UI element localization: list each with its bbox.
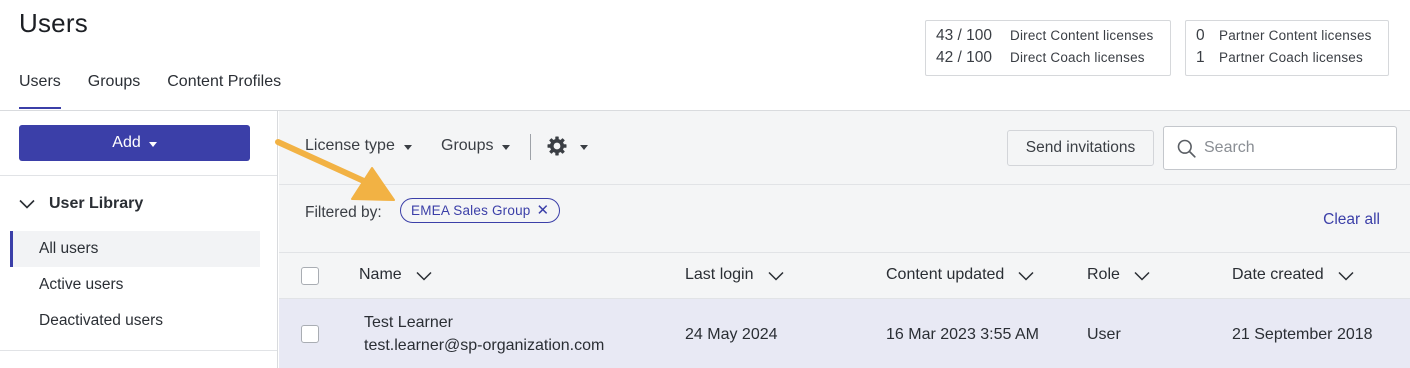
user-library-toggle[interactable]: User Library [19,195,143,213]
column-header-content-updated[interactable]: Content updated [886,266,1034,284]
divider [0,350,277,351]
column-header-name[interactable]: Name [359,266,432,284]
direct-licenses-box: 43 / 100 Direct Content licenses 42 / 10… [925,20,1171,76]
search-icon [1177,139,1196,158]
caret-down-icon [580,144,588,150]
license-count: 42 / 100 [936,49,993,66]
caret-down-icon [148,141,157,147]
select-all-checkbox[interactable] [301,267,319,285]
table-row[interactable]: Test Learner test.learner@sp-organizatio… [279,299,1410,368]
tab-users[interactable]: Users [19,73,61,109]
page-title: Users [19,8,88,38]
license-row: 1 Partner Coach licenses [1196,49,1378,71]
license-count: 0 [1196,27,1205,44]
date-created-cell: 21 September 2018 [1232,326,1373,343]
last-login-cell: 24 May 2024 [685,326,778,343]
sidebar: Add User Library All users Active users … [0,111,278,368]
tab-content-profiles[interactable]: Content Profiles [167,73,281,109]
partner-licenses-box: 0 Partner Content licenses 1 Partner Coa… [1185,20,1389,76]
tab-groups[interactable]: Groups [88,73,140,109]
row-checkbox[interactable] [301,325,319,343]
license-label: Partner Content licenses [1219,28,1372,43]
top-tabs: Users Groups Content Profiles [19,73,308,109]
content-updated-cell: 16 Mar 2023 3:55 AM [886,326,1039,343]
license-type-dropdown[interactable]: License type [305,137,412,155]
toolbar: License type Groups Send invitations Sea… [279,111,1410,184]
license-count: 1 [1196,49,1205,66]
filter-row: Filtered by: EMEA Sales Group ✕ Clear al… [279,184,1410,252]
license-count: 43 / 100 [936,27,993,44]
chevron-down-icon [767,271,784,281]
filter-chip-label: EMEA Sales Group [411,203,531,218]
column-header-role[interactable]: Role [1087,266,1150,284]
send-invitations-button[interactable]: Send invitations [1007,130,1154,166]
user-email: test.learner@sp-organization.com [364,337,605,354]
filter-chip: EMEA Sales Group ✕ [400,198,561,223]
add-button[interactable]: Add [19,125,250,161]
search-field[interactable] [1163,126,1397,170]
groups-label: Groups [441,137,494,154]
add-button-label: Add [112,134,141,151]
user-name: Test Learner [364,314,453,331]
close-icon[interactable]: ✕ [537,203,550,218]
filtered-by-label: Filtered by: [305,204,382,221]
column-label: Content updated [886,266,1005,283]
toolbar-separator [530,134,531,160]
divider [0,175,277,176]
table-header: Name Last login Content updated Role Dat… [279,252,1410,299]
caret-down-icon [403,144,412,150]
column-header-last-login[interactable]: Last login [685,266,784,284]
search-input[interactable] [1204,139,1384,157]
column-label: Name [359,266,402,283]
chevron-down-icon [19,199,35,209]
chevron-down-icon [1018,271,1034,281]
settings-dropdown[interactable] [547,136,588,156]
gear-icon [547,136,567,156]
license-label: Direct Coach licenses [1010,50,1145,65]
column-label: Role [1087,266,1120,283]
chevron-down-icon [1338,271,1354,281]
sidebar-item-active-users[interactable]: Active users [10,267,260,303]
chevron-down-icon [1134,271,1150,281]
license-row: 43 / 100 Direct Content licenses [936,27,1160,49]
caret-down-icon [502,144,511,150]
groups-dropdown[interactable]: Groups [441,137,511,155]
license-row: 0 Partner Content licenses [1196,27,1378,49]
license-row: 42 / 100 Direct Coach licenses [936,49,1160,71]
column-label: Last login [685,266,754,283]
sidebar-item-all-users[interactable]: All users [10,231,260,267]
clear-all-link[interactable]: Clear all [1323,211,1380,229]
license-label: Partner Coach licenses [1219,50,1363,65]
chevron-down-icon [416,271,432,281]
role-cell: User [1087,326,1121,343]
sidebar-item-deactivated-users[interactable]: Deactivated users [10,303,260,339]
license-type-label: License type [305,137,395,154]
column-header-date-created[interactable]: Date created [1232,266,1354,284]
main-panel: License type Groups Send invitations Sea… [279,111,1410,368]
license-label: Direct Content licenses [1010,28,1154,43]
user-library-title: User Library [49,195,144,212]
column-label: Date created [1232,266,1324,283]
